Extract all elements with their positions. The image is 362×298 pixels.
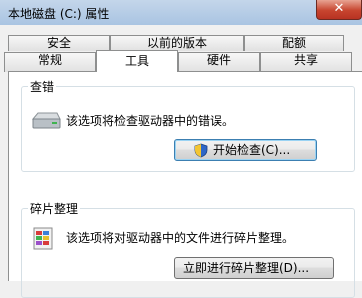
tab-general[interactable]: 常规 bbox=[4, 52, 96, 72]
defrag-icon bbox=[33, 227, 53, 250]
tab-label: 配额 bbox=[281, 36, 306, 50]
drive-icon bbox=[31, 112, 61, 129]
close-icon[interactable]: ✕ bbox=[317, 1, 361, 16]
tab-label: 安全 bbox=[46, 36, 71, 50]
close-button[interactable]: ✕ bbox=[316, 0, 362, 20]
dialog-client: 安全 以前的版本 配额 常规 工具 硬件 共享 查错 该选项将检查驱动器中的错误… bbox=[0, 25, 362, 298]
tab-label: 常规 bbox=[37, 53, 62, 67]
defrag-group-title: 碎片整理 bbox=[28, 200, 81, 217]
defrag-description: 该选项将对驱动器中的文件进行碎片整理。 bbox=[66, 231, 295, 245]
start-check-button[interactable]: 开始检查(C)... bbox=[174, 139, 317, 161]
tab-label: 共享 bbox=[293, 53, 318, 67]
defragment-now-button-label: 立即进行碎片整理(D)... bbox=[183, 261, 310, 275]
tab-label: 工具 bbox=[124, 54, 149, 68]
tab-sharing[interactable]: 共享 bbox=[260, 52, 352, 72]
tab-tools[interactable]: 工具 bbox=[96, 50, 178, 72]
tab-label: 硬件 bbox=[206, 53, 231, 67]
defrag-group: 碎片整理 该选项将对驱动器中的文件进行碎片整理。 立即进行碎片整理(D)... bbox=[21, 200, 355, 298]
window-title: 本地磁盘 (C:) 属性 bbox=[8, 7, 110, 21]
error-check-description: 该选项将检查驱动器中的错误。 bbox=[66, 114, 235, 128]
tab-security[interactable]: 安全 bbox=[8, 35, 110, 51]
start-check-button-label: 开始检查(C)... bbox=[213, 143, 291, 157]
tab-previous-versions[interactable]: 以前的版本 bbox=[110, 35, 244, 51]
uac-shield-icon bbox=[194, 143, 208, 158]
tab-quota[interactable]: 配额 bbox=[244, 35, 344, 51]
error-check-group: 查错 该选项将检查驱动器中的错误。 开始检查(C)... bbox=[21, 78, 355, 172]
tab-label: 以前的版本 bbox=[146, 36, 207, 50]
defragment-now-button[interactable]: 立即进行碎片整理(D)... bbox=[174, 257, 334, 279]
error-check-group-title: 查错 bbox=[28, 78, 57, 95]
title-bar: 本地磁盘 (C:) 属性 ✕ bbox=[0, 0, 362, 25]
tab-hardware[interactable]: 硬件 bbox=[178, 52, 260, 72]
tools-tab-panel: 查错 该选项将检查驱动器中的错误。 开始检查(C)... 碎片整理 该选项将对驱… bbox=[8, 71, 362, 298]
